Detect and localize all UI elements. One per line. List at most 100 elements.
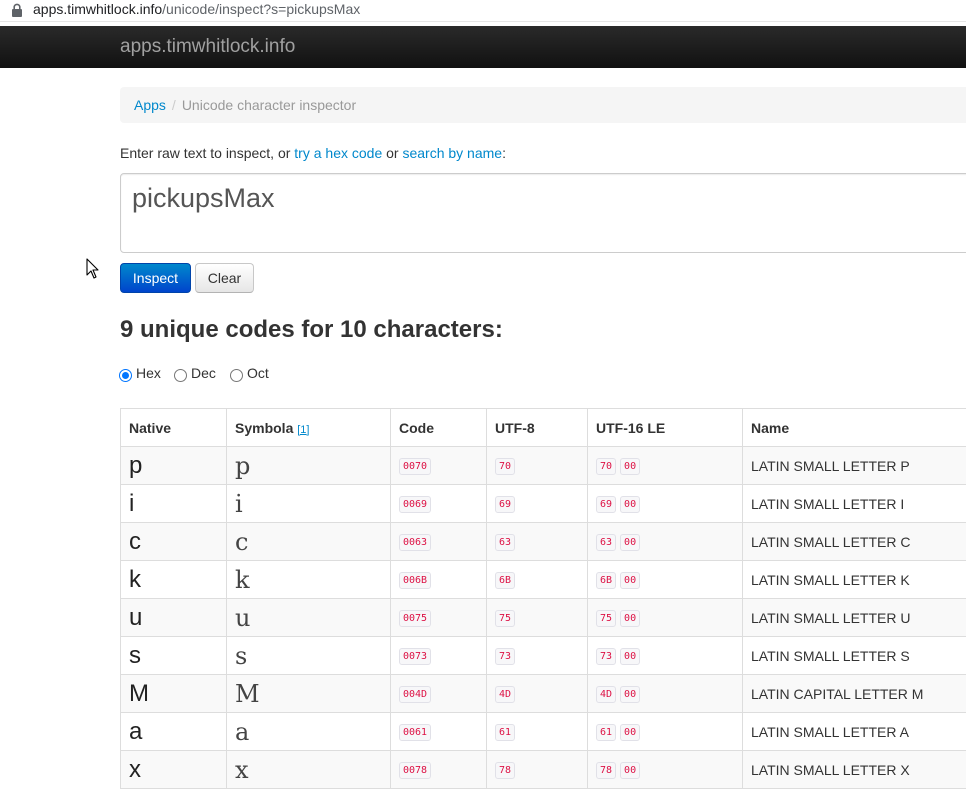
utf16-byte: 69 — [596, 496, 617, 513]
code-cell: 0078 — [390, 750, 487, 789]
table-row: s s 0073 73 73 00 LATIN SMALL LETTER S — [120, 636, 966, 675]
radio-hex-indicator[interactable] — [119, 369, 132, 382]
native-glyph: s — [120, 636, 227, 675]
code-cell: 0063 — [390, 522, 487, 561]
table-row: a a 0061 61 61 00 LATIN SMALL LETTER A — [120, 712, 966, 751]
utf16-byte: 00 — [620, 496, 641, 513]
native-glyph: M — [120, 674, 227, 713]
code-cell: 0070 — [390, 446, 487, 485]
url-host: apps.timwhitlock.info — [33, 1, 163, 17]
utf16-byte: 63 — [596, 534, 617, 551]
symbola-glyph: s — [226, 636, 391, 675]
symbola-glyph: i — [226, 484, 391, 523]
search-by-name-link[interactable]: search by name — [402, 145, 502, 161]
hex-code-link[interactable]: try a hex code — [294, 145, 382, 161]
utf16-cell: 69 00 — [587, 484, 743, 523]
url-path: /unicode/inspect?s=pickupsMax — [162, 1, 361, 17]
symbola-glyph: k — [226, 560, 391, 599]
character-name: LATIN SMALL LETTER A — [742, 712, 966, 751]
mouse-pointer-icon — [86, 258, 99, 279]
utf16-byte: 00 — [620, 762, 641, 779]
radio-hex-label: Hex — [136, 365, 161, 381]
radio-dec-indicator[interactable] — [174, 369, 187, 382]
radio-oct-indicator[interactable] — [230, 369, 243, 382]
code-cell: 0069 — [390, 484, 487, 523]
utf16-cell: 4D 00 — [587, 674, 743, 713]
utf8-cell: 70 — [486, 446, 588, 485]
utf16-cell: 61 00 — [587, 712, 743, 751]
native-glyph: x — [120, 750, 227, 789]
code-value: 0073 — [399, 648, 432, 665]
utf8-cell: 6B — [486, 560, 588, 599]
utf8-cell: 73 — [486, 636, 588, 675]
utf8-cell: 61 — [486, 712, 588, 751]
header-native: Native — [120, 408, 227, 447]
browser-address-bar[interactable]: apps.timwhitlock.info/unicode/inspect?s=… — [0, 0, 966, 22]
code-value: 0063 — [399, 534, 432, 551]
utf8-byte: 75 — [495, 610, 516, 627]
symbola-glyph: u — [226, 598, 391, 637]
character-name: LATIN CAPITAL LETTER M — [742, 674, 966, 713]
clear-button[interactable]: Clear — [195, 263, 254, 293]
utf16-cell: 75 00 — [587, 598, 743, 637]
native-glyph: i — [120, 484, 227, 523]
utf16-byte: 00 — [620, 534, 641, 551]
utf16-byte: 00 — [620, 572, 641, 589]
utf16-cell: 6B 00 — [587, 560, 743, 599]
utf16-byte: 78 — [596, 762, 617, 779]
header-utf16: UTF-16 LE — [587, 408, 743, 447]
table-header-row: Native Symbola [1] Code UTF-8 UTF-16 LE … — [120, 408, 966, 447]
code-cell: 0061 — [390, 712, 487, 751]
code-value: 0070 — [399, 458, 432, 475]
breadcrumb-current: Unicode character inspector — [181, 97, 357, 113]
table-row: i i 0069 69 69 00 LATIN SMALL LETTER I — [120, 484, 966, 523]
utf16-byte: 00 — [620, 648, 641, 665]
utf16-byte: 00 — [620, 458, 641, 475]
table-row: p p 0070 70 70 00 LATIN SMALL LETTER P — [120, 446, 966, 485]
table-row: u u 0075 75 75 00 LATIN SMALL LETTER U — [120, 598, 966, 637]
code-value: 0078 — [399, 762, 432, 779]
utf8-cell: 69 — [486, 484, 588, 523]
utf8-byte: 6B — [495, 572, 516, 589]
breadcrumb-separator: / — [171, 97, 176, 113]
character-name: LATIN SMALL LETTER U — [742, 598, 966, 637]
breadcrumb-apps-link[interactable]: Apps — [134, 97, 166, 113]
site-brand-link[interactable]: apps.timwhitlock.info — [120, 36, 295, 58]
header-symbola: Symbola [1] — [226, 408, 391, 447]
utf8-cell: 4D — [486, 674, 588, 713]
table-row: x x 0078 78 78 00 LATIN SMALL LETTER X — [120, 750, 966, 789]
utf16-cell: 63 00 — [587, 522, 743, 561]
utf16-cell: 78 00 — [587, 750, 743, 789]
utf8-byte: 63 — [495, 534, 516, 551]
characters-table: Native Symbola [1] Code UTF-8 UTF-16 LE … — [120, 408, 966, 789]
character-name: LATIN SMALL LETTER P — [742, 446, 966, 485]
utf8-byte: 69 — [495, 496, 516, 513]
header-name: Name — [742, 408, 966, 447]
table-row: M M 004D 4D 4D 00 LATIN CAPITAL LETTER M — [120, 674, 966, 713]
native-glyph: u — [120, 598, 227, 637]
address-url[interactable]: apps.timwhitlock.info/unicode/inspect?s=… — [33, 1, 360, 17]
intro-middle: or — [382, 145, 403, 161]
utf8-cell: 78 — [486, 750, 588, 789]
utf8-cell: 75 — [486, 598, 588, 637]
character-name: LATIN SMALL LETTER X — [742, 750, 966, 789]
intro-suffix: : — [502, 145, 506, 161]
inspect-button[interactable]: Inspect — [120, 263, 191, 293]
character-name: LATIN SMALL LETTER K — [742, 560, 966, 599]
breadcrumb: Apps / Unicode character inspector — [120, 87, 966, 123]
utf16-byte: 75 — [596, 610, 617, 627]
intro-prefix: Enter raw text to inspect, or — [120, 145, 295, 161]
code-cell: 004D — [390, 674, 487, 713]
intro-text: Enter raw text to inspect, or try a hex … — [120, 145, 506, 161]
native-glyph: k — [120, 560, 227, 599]
utf16-byte: 70 — [596, 458, 617, 475]
text-input[interactable]: pickupsMax — [120, 173, 966, 253]
utf16-byte: 4D — [596, 686, 617, 703]
character-name: LATIN SMALL LETTER C — [742, 522, 966, 561]
utf8-cell: 63 — [486, 522, 588, 561]
symbola-glyph: p — [226, 446, 391, 485]
native-glyph: c — [120, 522, 227, 561]
header-utf8: UTF-8 — [486, 408, 588, 447]
code-value: 0075 — [399, 610, 432, 627]
symbola-footnote-link[interactable]: [1] — [297, 424, 309, 436]
